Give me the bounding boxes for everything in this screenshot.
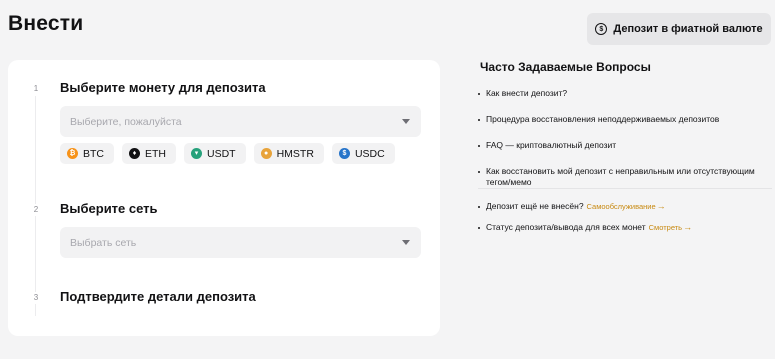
coin-chip-eth[interactable]: ♦ ETH — [122, 143, 176, 164]
faq-item[interactable]: Процедура восстановления неподдерживаемы… — [478, 114, 772, 125]
coin-label: ETH — [145, 147, 166, 160]
faq-item[interactable]: FAQ — криптовалютный депозит — [478, 140, 772, 151]
deposit-status-text: Статус депозита/вывода для всех монет — [486, 222, 646, 232]
step-2-number: 2 — [30, 204, 42, 216]
step-2-title: Выберите сеть — [60, 201, 158, 216]
chevron-down-icon — [402, 240, 410, 245]
btc-icon: ₿ — [67, 148, 78, 159]
deposit-not-credited-item: Депозит ещё не внесён? Самообслуживание→ — [478, 201, 772, 212]
deposit-not-credited: Депозит ещё не внесён? Самообслуживание→ — [478, 201, 772, 212]
hmstr-icon: ● — [260, 148, 272, 159]
arrow-right-icon[interactable]: → — [683, 222, 692, 232]
coin-select[interactable]: Выберите, пожалуйста — [60, 106, 421, 137]
coin-label: USDT — [207, 147, 236, 160]
faq-list: Как внести депозит? Процедура восстановл… — [478, 88, 772, 198]
coin-chip-hmstr[interactable]: ● HMSTR — [253, 143, 324, 164]
step-3-title: Подтвердите детали депозита — [60, 289, 256, 304]
coin-label: USDC — [354, 147, 385, 160]
fiat-deposit-label: Депозит в фиатной валюте — [613, 23, 763, 35]
faq-item[interactable]: Как восстановить мой депозит с неправиль… — [478, 166, 772, 188]
network-select-placeholder: Выбрать сеть — [70, 236, 137, 249]
faq-item[interactable]: Как внести депозит? — [478, 88, 772, 99]
fiat-deposit-button[interactable]: $ Депозит в фиатной валюте — [587, 13, 771, 45]
eth-icon: ♦ — [129, 148, 140, 159]
step-1-number: 1 — [30, 83, 42, 95]
coin-label: BTC — [83, 147, 104, 160]
coin-chip-usdc[interactable]: $ USDC — [331, 143, 395, 164]
popular-coins: ₿ BTC ♦ ETH ▾ USDT ● HMSTR $ USDC — [60, 143, 395, 164]
currency-icon: $ — [595, 23, 608, 35]
coin-chip-btc[interactable]: ₿ BTC — [60, 143, 114, 164]
step-3-number: 3 — [30, 292, 42, 304]
usdt-icon: ▾ — [191, 148, 202, 159]
coin-chip-usdt[interactable]: ▾ USDT — [184, 143, 246, 164]
deposit-status: Статус депозита/вывода для всех монет Смо… — [478, 222, 772, 233]
coin-label: HMSTR — [276, 147, 314, 160]
faq-divider — [478, 188, 772, 189]
deposit-status-item: Статус депозита/вывода для всех монет Смо… — [478, 222, 772, 233]
faq-title: Часто Задаваемые Вопросы — [480, 60, 651, 74]
self-service-link[interactable]: Самообслуживание — [587, 202, 656, 211]
network-select[interactable]: Выбрать сеть — [60, 227, 421, 258]
view-status-link[interactable]: Смотреть — [649, 223, 682, 232]
page-title: Внести — [8, 12, 84, 35]
usdc-icon: $ — [338, 148, 350, 159]
step-1-title: Выберите монету для депозита — [60, 80, 266, 95]
arrow-right-icon[interactable]: → — [657, 201, 666, 211]
chevron-down-icon — [402, 119, 410, 124]
deposit-card: 1 Выберите монету для депозита Выберите,… — [8, 60, 440, 336]
coin-select-placeholder: Выберите, пожалуйста — [70, 115, 182, 128]
deposit-not-credited-text: Депозит ещё не внесён? — [486, 201, 584, 211]
